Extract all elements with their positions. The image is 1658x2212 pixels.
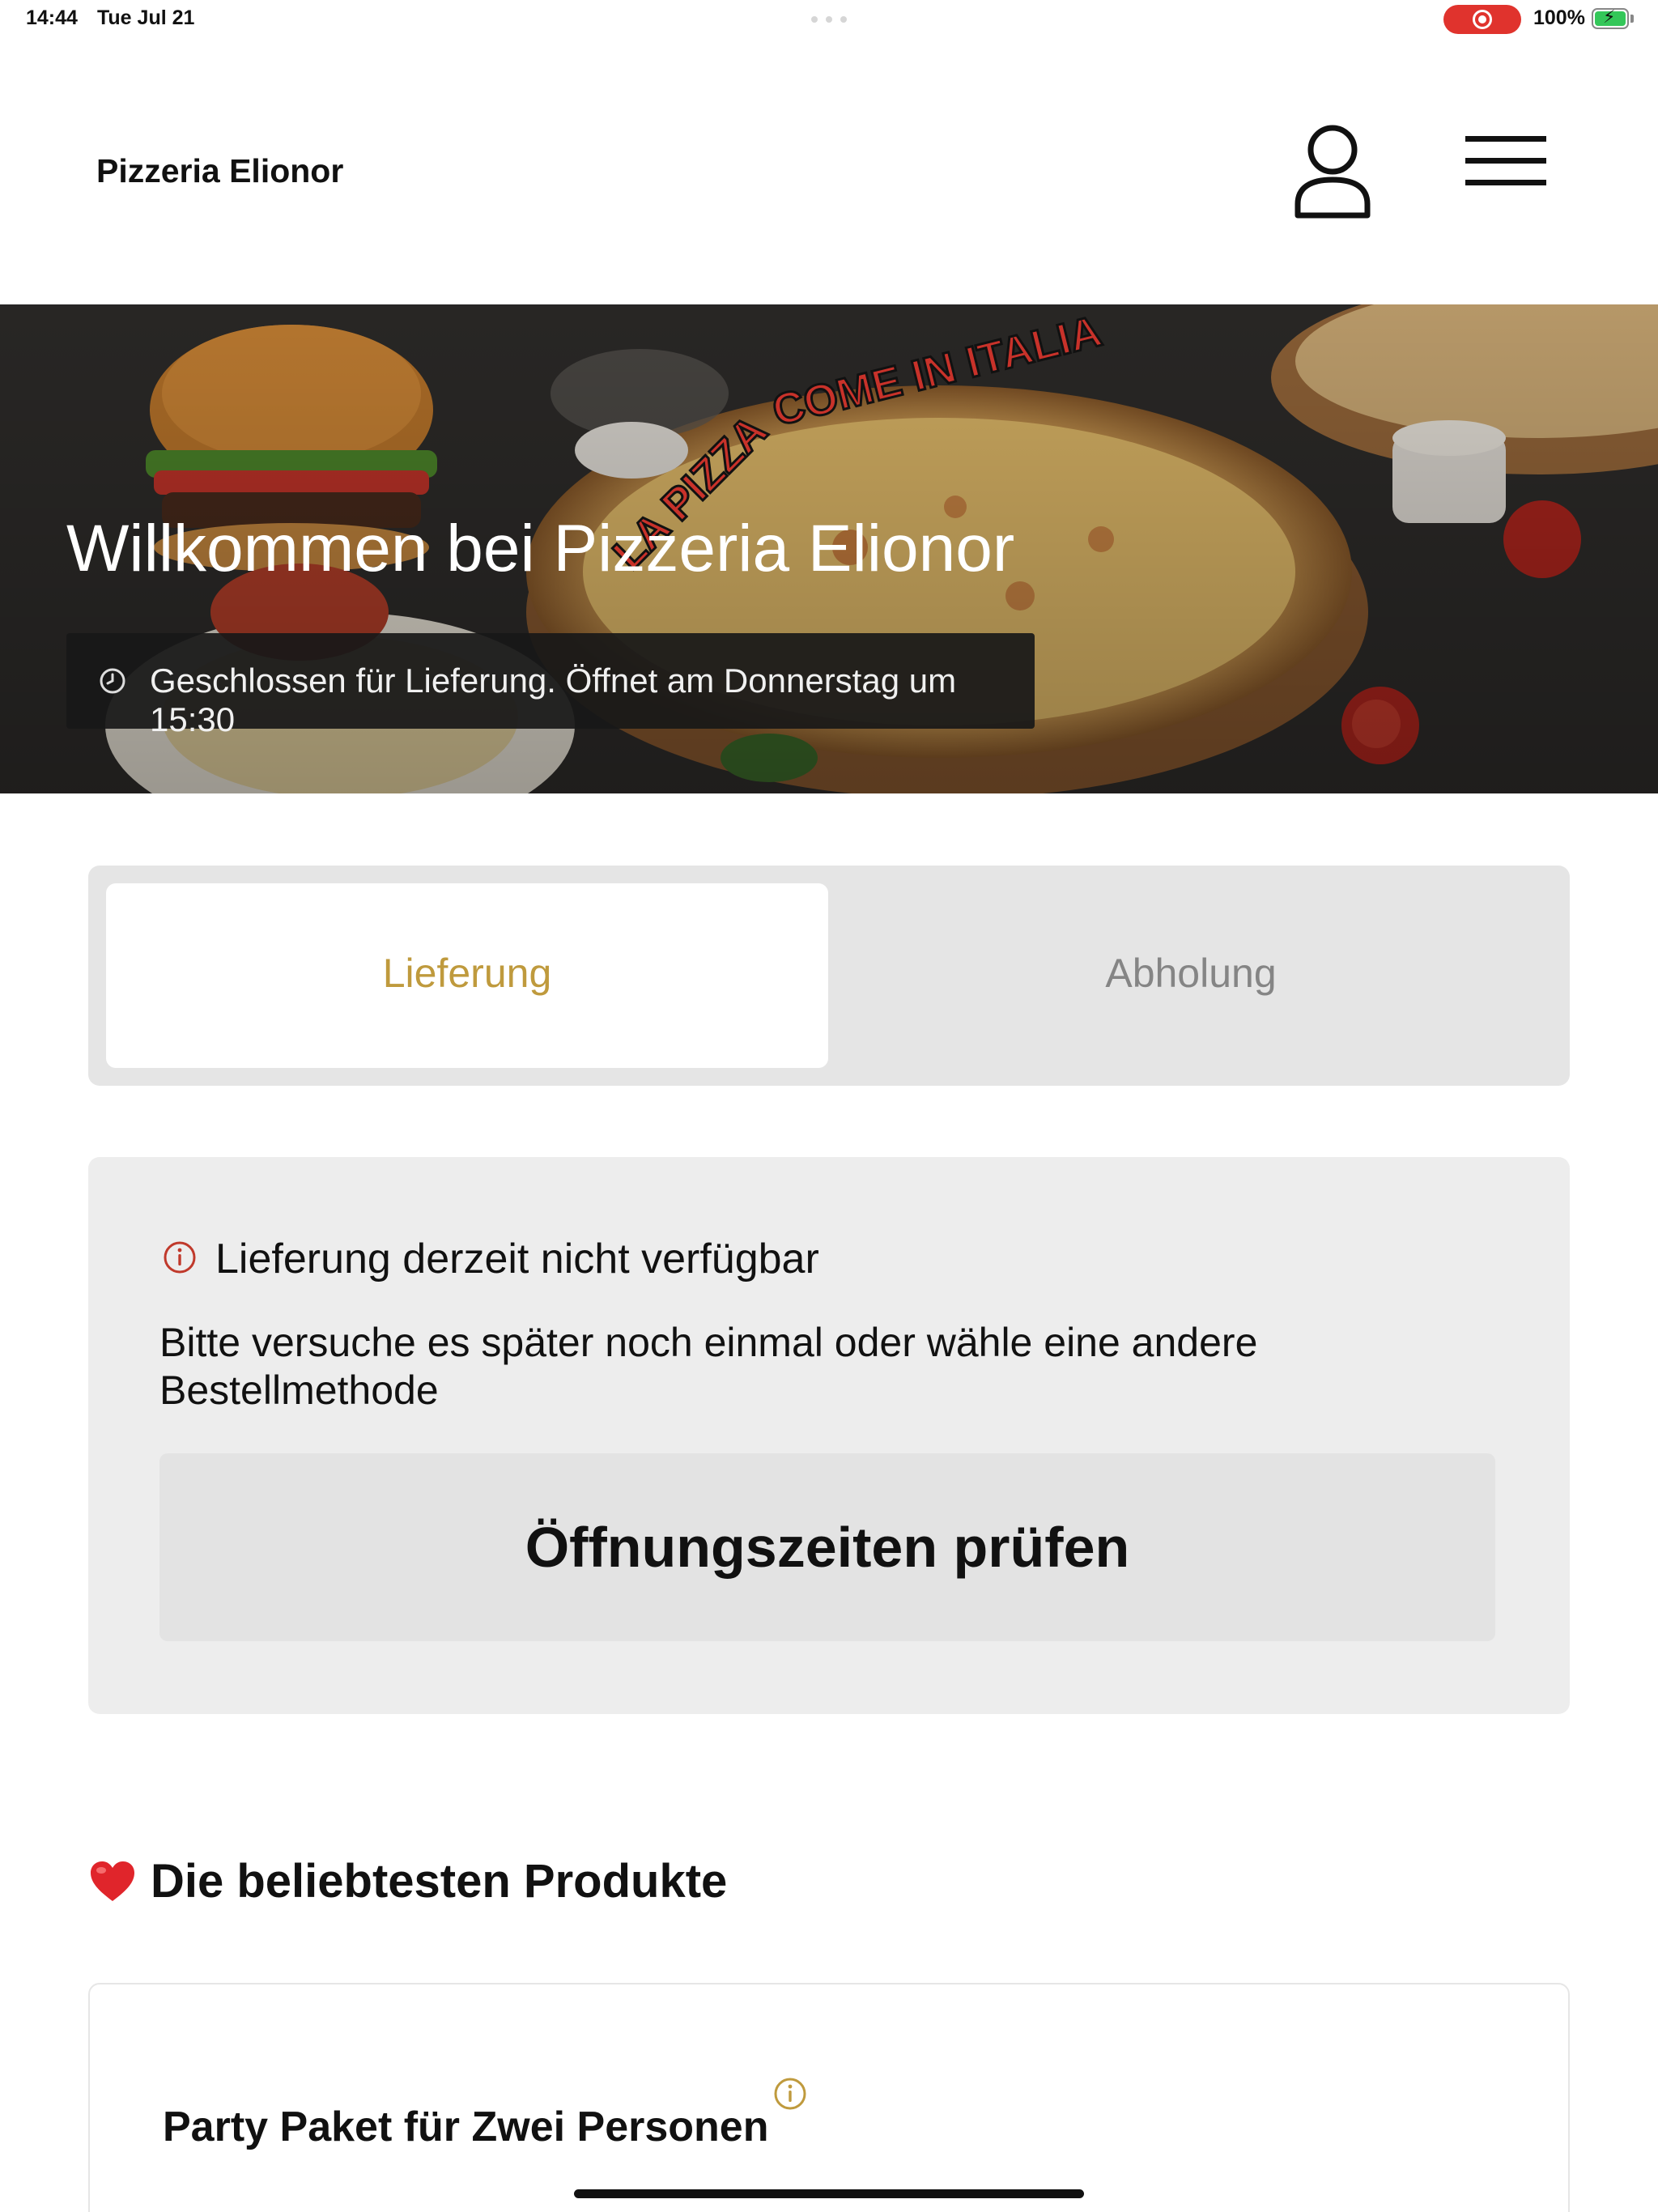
opening-status-badge: Geschlossen für Lieferung. Öffnet am Don… — [66, 633, 1035, 738]
delivery-unavailable-notice: Lieferung derzeit nicht verfügbar Bitte … — [88, 1157, 1570, 1714]
tab-lieferung[interactable]: Lieferung — [106, 883, 828, 1068]
screen-recording-icon — [1443, 5, 1521, 34]
order-mode-switch: Lieferung Abholung — [88, 866, 1570, 1086]
clock-icon — [100, 668, 125, 694]
status-time: 14:44 — [26, 6, 78, 29]
popular-products-heading: Die beliebtesten Produkte — [89, 1854, 727, 1908]
notice-body: Bitte versuche es später noch einmal ode… — [159, 1320, 1258, 1413]
battery-icon — [1592, 6, 1629, 29]
brand-title[interactable]: Pizzeria Elionor — [96, 152, 343, 190]
popular-products-title: Die beliebtesten Produkte — [151, 1855, 728, 1908]
opening-status-text: Geschlossen für Lieferung. Öffnet am Don… — [150, 661, 957, 738]
tab-abholung-label: Abholung — [1105, 951, 1277, 996]
product-name: Party Paket für Zwei Personen — [163, 2104, 769, 2150]
account-icon[interactable] — [1292, 123, 1373, 220]
status-date: Tue Jul 21 — [97, 6, 195, 29]
battery-tip — [1630, 15, 1634, 23]
notice-title: Lieferung derzeit nicht verfügbar — [215, 1236, 819, 1283]
home-indicator[interactable] — [574, 2189, 1084, 2198]
product-info-icon[interactable] — [773, 2077, 807, 2111]
multitasking-dots-icon[interactable] — [811, 16, 847, 23]
hero-banner: LA PIZZA COME IN ITALIA Willkommen bei P… — [0, 304, 1658, 793]
hero-title: Willkommen bei Pizzeria Elionor — [66, 512, 1015, 585]
check-opening-hours-button[interactable]: Öffnungszeiten prüfen — [159, 1453, 1495, 1641]
product-card[interactable]: Party Paket für Zwei Personen — [88, 1983, 1570, 2212]
battery-percent: 100% — [1533, 6, 1585, 29]
check-opening-hours-label: Öffnungszeiten prüfen — [525, 1516, 1130, 1579]
alert-info-icon — [164, 1241, 196, 1274]
tab-abholung[interactable]: Abholung — [830, 883, 1552, 1068]
status-bar: 14:44 Tue Jul 21 100% — [0, 0, 1658, 39]
app-page: 14:44 Tue Jul 21 100% Pizzeria Elionor — [0, 0, 1658, 2212]
heart-icon — [91, 1861, 134, 1901]
hamburger-menu-icon[interactable] — [1465, 136, 1546, 207]
tab-lieferung-label: Lieferung — [382, 951, 552, 996]
